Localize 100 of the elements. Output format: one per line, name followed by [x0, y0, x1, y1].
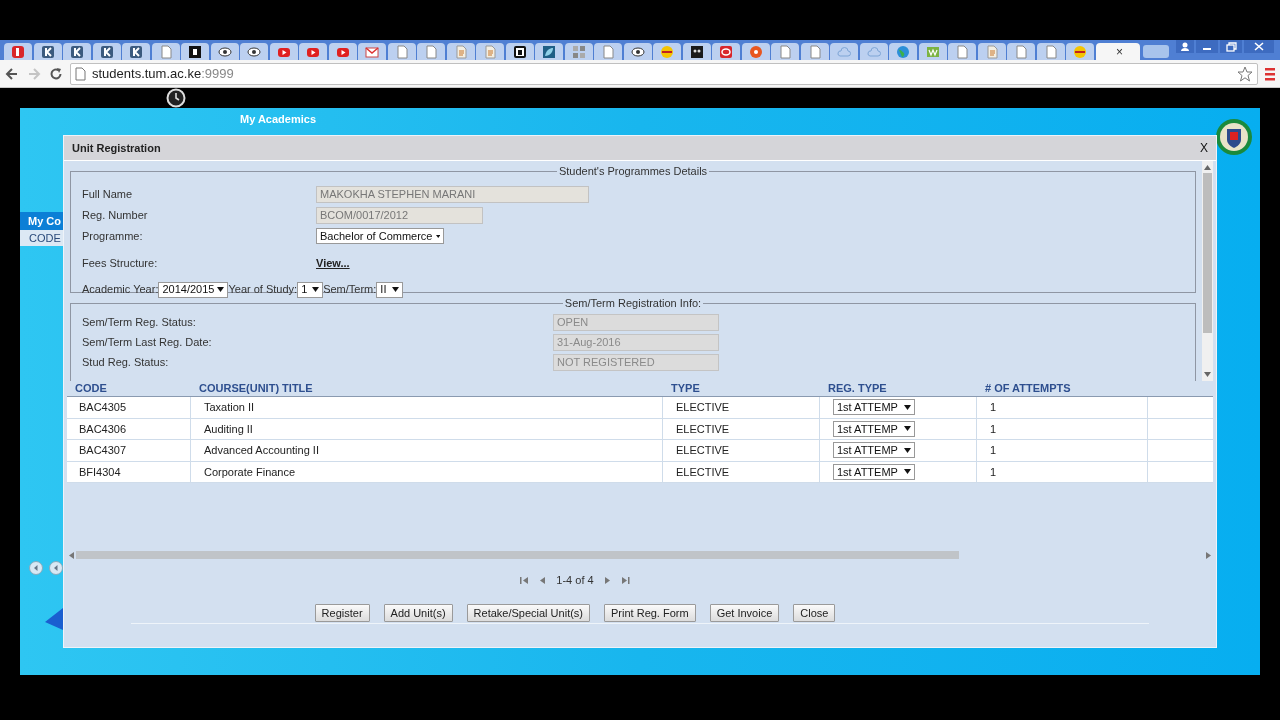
- eye-icon: [247, 44, 261, 59]
- caret-icon: [904, 469, 911, 475]
- column-header[interactable]: CODE: [67, 380, 191, 397]
- column-header: CODE: [20, 230, 63, 246]
- clock-icon: [166, 88, 186, 108]
- dialog-button[interactable]: Print Reg. Form: [604, 604, 696, 622]
- column-header[interactable]: # OF ATTEMPTS: [977, 380, 1148, 397]
- column-header[interactable]: TYPE: [663, 380, 820, 397]
- square-icon: [70, 44, 84, 59]
- dialog-close-button[interactable]: X: [1200, 139, 1208, 157]
- table-cell: BAC4305: [67, 397, 191, 418]
- square-icon: [925, 44, 940, 59]
- up-icon: [1204, 165, 1211, 170]
- previous-page-icon[interactable]: [539, 575, 547, 585]
- text-field[interactable]: BCOM/0017/2012: [316, 206, 483, 224]
- close-icon[interactable]: [1244, 40, 1274, 53]
- dropdown[interactable]: II: [376, 281, 404, 298]
- leaf-icon: [542, 44, 556, 59]
- globe-icon: [896, 44, 910, 59]
- browser-tab[interactable]: [240, 43, 268, 60]
- reload-icon[interactable]: [48, 65, 64, 82]
- browser-tab[interactable]: [92, 43, 121, 60]
- eye-icon: [630, 44, 645, 59]
- browser-tab[interactable]: [505, 43, 534, 60]
- table-cell: BAC4306: [67, 418, 191, 439]
- field-label: Stud Reg. Status:: [82, 355, 170, 371]
- text-field[interactable]: MAKOKHA STEPHEN MARANI: [316, 185, 589, 203]
- menu-icon[interactable]: [1264, 65, 1276, 82]
- star-icon[interactable]: [1237, 65, 1253, 82]
- scrollbar[interactable]: [1202, 161, 1213, 381]
- table-cell: 1: [977, 418, 1148, 439]
- grid-icon: [571, 44, 586, 59]
- last-page-icon[interactable]: [620, 575, 630, 585]
- field-label: Sem/Term Reg. Status:: [82, 315, 197, 331]
- horizontal-scrollbar[interactable]: [67, 550, 1213, 560]
- browser-tab[interactable]: [181, 43, 209, 60]
- table-cell: 1: [977, 440, 1148, 461]
- dropdown[interactable]: Bachelor of Commerce: [316, 228, 444, 244]
- field-label: Reg. Number: [82, 207, 149, 223]
- first-page-icon[interactable]: [520, 575, 530, 585]
- square-icon: [11, 44, 25, 59]
- previous-icon[interactable]: [49, 561, 63, 575]
- caret-icon: [904, 426, 911, 432]
- view-link[interactable]: View...: [316, 255, 350, 272]
- tab-close-button[interactable]: ×: [1116, 45, 1123, 58]
- dialog-button[interactable]: Get Invoice: [709, 604, 780, 622]
- square-icon: [99, 44, 114, 59]
- page-icon: [75, 66, 87, 81]
- dialog-button[interactable]: Register: [314, 604, 370, 622]
- note-icon: [984, 44, 999, 59]
- dialog-button[interactable]: Close: [793, 604, 836, 622]
- table-cell: ELECTIVE: [663, 418, 820, 439]
- cloud-icon: [837, 44, 851, 59]
- scrollbar-thumb[interactable]: [1203, 173, 1212, 333]
- field-label: Programme:: [82, 228, 144, 244]
- scrollbar-thumb[interactable]: [76, 551, 959, 559]
- browser-tab[interactable]: ×: [1095, 43, 1140, 60]
- note-icon: [483, 44, 497, 59]
- circle-icon: [748, 44, 763, 59]
- dialog-button[interactable]: Retake/Special Unit(s): [466, 604, 590, 622]
- square-icon: [512, 44, 527, 59]
- dropdown[interactable]: 1st ATTEMP: [833, 399, 915, 416]
- eye-icon: [217, 44, 232, 59]
- browser-tab[interactable]: [682, 43, 711, 60]
- restore-icon[interactable]: [1220, 40, 1242, 53]
- browser-tab[interactable]: [210, 43, 239, 60]
- note-icon: [453, 44, 468, 59]
- column-header[interactable]: COURSE(UNIT) TITLE: [191, 380, 663, 397]
- caret-icon: [392, 287, 400, 292]
- field-label: Full Name: [82, 186, 134, 202]
- square-icon: [129, 44, 143, 59]
- table-cell: Corporate Finance: [191, 461, 663, 482]
- circle-icon: [660, 44, 674, 59]
- back-icon[interactable]: [4, 65, 20, 82]
- browser-tab[interactable]: [122, 43, 150, 60]
- cloud-icon: [866, 44, 881, 59]
- dropdown[interactable]: 1st ATTEMP: [833, 463, 915, 480]
- caret-icon: [904, 404, 911, 410]
- panel-title: My Co: [28, 213, 61, 229]
- dialog-title: Unit Registration: [72, 140, 161, 156]
- table-cell: ELECTIVE: [663, 440, 820, 461]
- browser-tab[interactable]: [623, 43, 652, 60]
- previous-icon[interactable]: [29, 561, 43, 575]
- minimize-icon[interactable]: [1196, 40, 1218, 53]
- browser-tab[interactable]: [33, 43, 62, 60]
- browser-tab[interactable]: [63, 43, 91, 60]
- user-icon[interactable]: [1176, 40, 1194, 53]
- dialog-button[interactable]: Add Unit(s): [383, 604, 453, 622]
- panel-legend: Sem/Term Registration Info:: [562, 295, 704, 312]
- dropdown[interactable]: 2014/2015: [158, 281, 229, 298]
- dropdown[interactable]: 1st ATTEMP: [833, 442, 915, 459]
- dropdown[interactable]: 1: [297, 281, 324, 298]
- ring-icon: [719, 44, 733, 59]
- dropdown[interactable]: 1st ATTEMP: [833, 420, 915, 437]
- next-page-icon[interactable]: [603, 575, 611, 585]
- table-cell: 1: [977, 397, 1148, 418]
- caret-icon: [217, 287, 225, 292]
- crest-icon: [1215, 118, 1253, 156]
- address-field[interactable]: students.tum.ac.ke:9999: [70, 62, 1258, 85]
- column-header[interactable]: REG. TYPE: [820, 380, 977, 397]
